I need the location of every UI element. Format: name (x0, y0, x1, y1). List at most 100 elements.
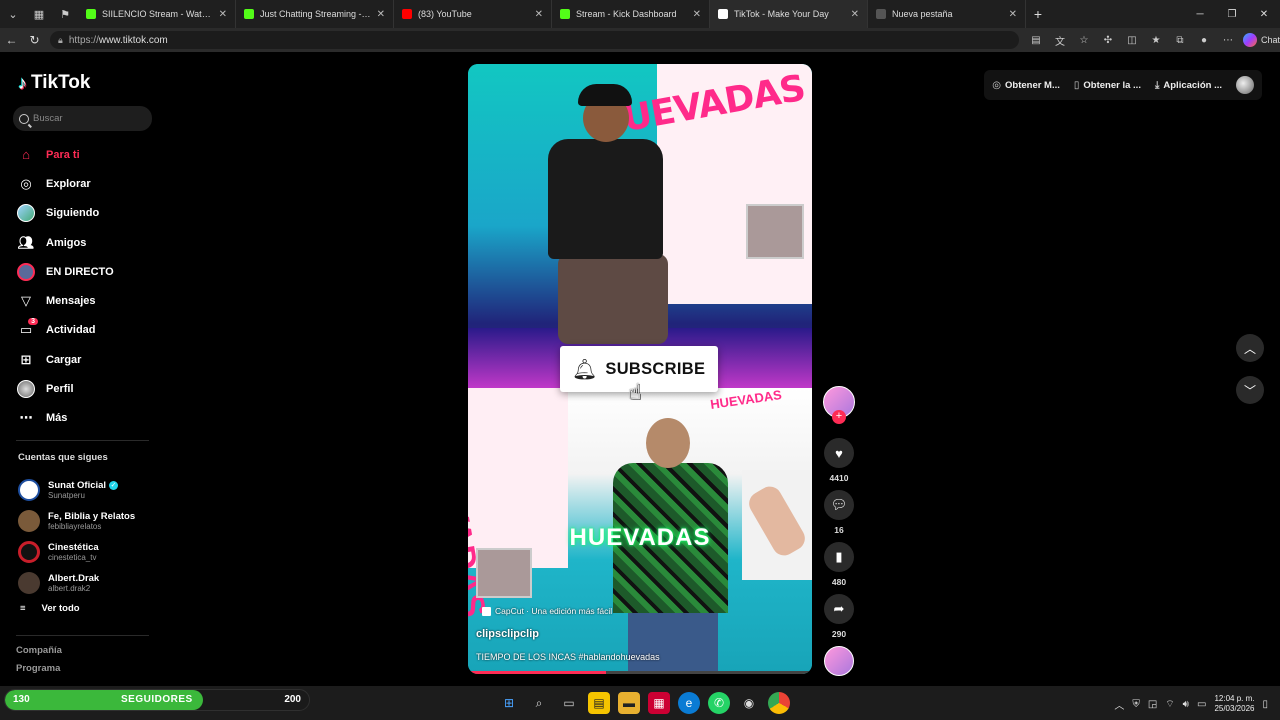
clock-time: 12:04 p. m. (1214, 694, 1255, 703)
sticky-notes-icon[interactable]: ▤ (588, 692, 610, 714)
following-account[interactable]: Cinestética cinestetica_tv (18, 536, 135, 567)
footer-link-company[interactable]: Compañía (16, 645, 62, 663)
follow-plus-icon[interactable]: + (832, 410, 846, 424)
back-arrow-icon[interactable]: ← (0, 28, 23, 52)
windows-start-icon[interactable]: ⊞ (498, 692, 520, 714)
network-icon[interactable]: ◲ (1148, 699, 1157, 710)
search-input[interactable]: Buscar (13, 106, 152, 131)
comment-button[interactable]: 💬︎ 16 (822, 490, 856, 535)
profile-avatar-icon[interactable]: ● (1195, 31, 1213, 49)
nav-item-mas[interactable]: ⋯ Más (16, 404, 114, 433)
minimize-icon[interactable]: ─ (1184, 0, 1216, 28)
favorite-star-icon[interactable]: ☆ (1075, 31, 1093, 49)
following-account[interactable]: Sunat Oficial ✓ Sunatperu (18, 474, 135, 505)
close-tab-icon[interactable]: ✕ (1009, 9, 1017, 20)
desktop-app-label: Aplicación ... (1163, 79, 1222, 91)
refresh-icon[interactable]: ↻ (23, 28, 46, 52)
creator-avatar-button[interactable]: + (822, 386, 856, 424)
nav-item-actividad[interactable]: ▭ 3 Actividad (16, 316, 114, 345)
capcut-icon (482, 606, 491, 616)
video-description[interactable]: TIEMPO DE LOS INCAS #hablandohuevadas (476, 652, 660, 662)
tab-actions-chevron-icon[interactable]: ⌄ (0, 0, 26, 28)
restore-icon[interactable]: ❐ (1216, 0, 1248, 28)
taskbar-apps: ⊞ ⌕ ▭ ▤ ▬ ▦ e ✆ ◉ (498, 692, 790, 714)
get-coins-button[interactable]: ◎ Obtener M... (992, 80, 1060, 91)
following-section-title: Cuentas que sigues (18, 452, 108, 463)
desktop-app-button[interactable]: ⤓ Aplicación ... (1155, 80, 1222, 91)
nav-item-explorar[interactable]: ◎ Explorar (16, 169, 114, 198)
battery-icon[interactable]: ▭ (1197, 699, 1206, 710)
close-tab-icon[interactable]: ✕ (377, 9, 385, 20)
nav-item-mensajes[interactable]: ▽ Mensajes (16, 286, 114, 315)
workspaces-icon[interactable]: ▦ (26, 0, 52, 28)
tab-kick-1[interactable]: SIILENCIO Stream - Watch Live on ✕ (78, 0, 236, 28)
chrome-icon[interactable] (768, 692, 790, 714)
collections-icon[interactable]: ⧉ (1171, 31, 1189, 49)
clock[interactable]: 12:04 p. m. 25/03/2026 (1214, 694, 1254, 714)
nav-item-para-ti[interactable]: ⌂ Para ti (16, 140, 114, 169)
flag-icon[interactable]: ⚑ (52, 0, 78, 28)
get-app-button[interactable]: ▯ Obtener la ... (1074, 80, 1141, 91)
nav-item-amigos[interactable]: 👥︎ Amigos (16, 228, 114, 257)
close-tab-icon[interactable]: ✕ (219, 9, 227, 20)
edge-icon[interactable]: e (678, 692, 700, 714)
kick-favicon-icon (244, 9, 254, 19)
file-explorer-icon[interactable]: ▬ (618, 692, 640, 714)
like-button[interactable]: ♥ 4410 (822, 438, 856, 483)
tab-kick-dashboard[interactable]: Stream - Kick Dashboard ✕ (552, 0, 710, 28)
send-icon: ▽ (21, 293, 31, 309)
tray-chevron-up-icon[interactable]: ︿ (1114, 697, 1124, 712)
split-screen-icon[interactable]: ◫ (1123, 31, 1141, 49)
share-button[interactable]: ➦ 290 (822, 594, 856, 639)
capcut-anchor[interactable]: CapCut · Una edición más fácil (482, 606, 612, 616)
tab-new[interactable]: Nueva pestaña ✕ (868, 0, 1026, 28)
favorites-icon[interactable]: ★ (1147, 31, 1165, 49)
pointer-hand-icon: ☝︎ (628, 379, 642, 404)
video-player[interactable]: HUEVADAS HUEVADAS HUEVADAS HUEVADAS 🔔︎ S… (468, 64, 812, 674)
read-aloud-icon[interactable]: ▤ (1027, 31, 1045, 49)
settings-more-icon[interactable]: ⋯ (1219, 31, 1237, 49)
tiktok-logo[interactable]: ♪ TikTok (18, 72, 90, 94)
copilot-chat-button[interactable]: Chat (1242, 33, 1280, 47)
obs-icon[interactable]: ◉ (738, 692, 760, 714)
taskbar-search-icon[interactable]: ⌕ (528, 692, 550, 714)
save-count: 480 (831, 577, 847, 587)
defender-icon[interactable]: ⛨ (1132, 699, 1140, 710)
nav-item-en-directo[interactable]: EN DIRECTO (16, 257, 114, 286)
tab-tiktok[interactable]: TikTok - Make Your Day ✕ (710, 0, 868, 28)
nav-item-cargar[interactable]: ⊞ Cargar (16, 345, 114, 374)
close-tab-icon[interactable]: ✕ (693, 9, 701, 20)
profile-avatar[interactable] (1236, 76, 1254, 94)
close-window-icon[interactable]: ✕ (1248, 0, 1280, 28)
previous-video-chevron-up-icon[interactable]: ︿ (1236, 334, 1264, 362)
friends-icon: 👥︎ (17, 234, 35, 250)
new-tab-plus-icon[interactable]: + (1026, 0, 1050, 28)
see-all-button[interactable]: ≡ Ver todo (20, 603, 80, 614)
video-author[interactable]: clipsclipclip (476, 628, 539, 640)
nav-item-perfil[interactable]: Perfil (16, 374, 114, 403)
save-button[interactable]: ▮ 480 (822, 542, 856, 587)
heart-icon: ♥ (824, 438, 854, 468)
url-input[interactable]: 🔒︎ https://www.tiktok.com (50, 31, 1019, 49)
tab-kick-2[interactable]: Just Chatting Streaming - Live Stre ✕ (236, 0, 394, 28)
app-icon[interactable]: ▦ (648, 692, 670, 714)
close-tab-icon[interactable]: ✕ (851, 9, 859, 20)
tab-youtube[interactable]: (83) YouTube ✕ (394, 0, 552, 28)
next-video-chevron-down-icon[interactable]: ﹀ (1236, 376, 1264, 404)
following-account[interactable]: Fe, Biblia y Relatos febibliayrelatos (18, 505, 135, 536)
following-account[interactable]: Albert.Drak albert.drak2 (18, 567, 135, 598)
task-view-icon[interactable]: ▭ (558, 692, 580, 714)
nav-item-siguiendo[interactable]: Siguiendo (16, 199, 114, 228)
volume-icon[interactable]: 🔊︎ (1183, 699, 1189, 710)
extensions-icon[interactable]: ✣ (1099, 31, 1117, 49)
site-info-lock-icon[interactable]: 🔒︎ (58, 35, 63, 46)
whatsapp-icon[interactable]: ✆ (708, 692, 730, 714)
sound-disc-button[interactable] (822, 646, 856, 676)
close-tab-icon[interactable]: ✕ (535, 9, 543, 20)
wifi-icon[interactable]: ⌔ (1165, 698, 1174, 711)
video-progress-bar[interactable] (468, 671, 812, 674)
translate-icon[interactable]: 文 (1051, 31, 1069, 49)
notifications-icon[interactable]: ▯ (1262, 699, 1268, 710)
footer-link-program[interactable]: Programa (16, 663, 62, 681)
laptop-prop (746, 204, 804, 259)
